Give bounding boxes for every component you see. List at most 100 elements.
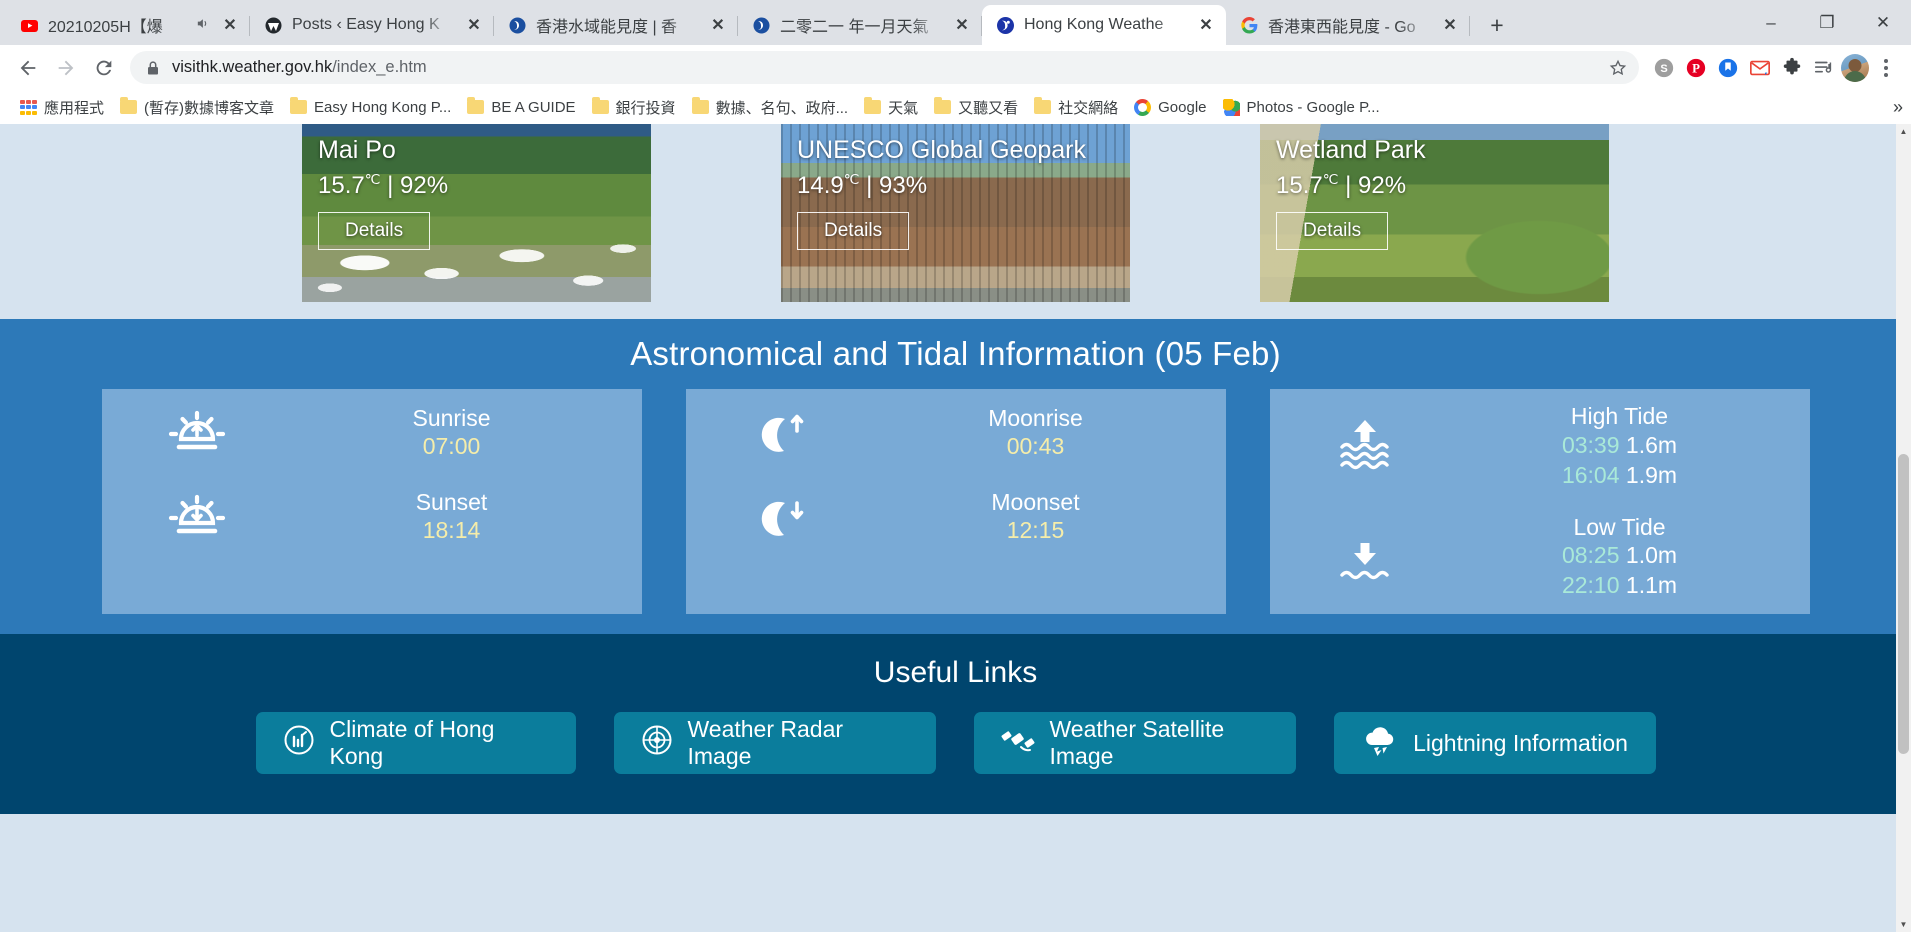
scroll-down-arrow[interactable]: ▼ — [1896, 917, 1911, 932]
url-path: /index_e.htm — [332, 58, 427, 76]
astronomical-tidal-section: Astronomical and Tidal Information (05 F… — [0, 319, 1911, 635]
moon-panel: Moonrise 00:43 Moonset 12:15 — [685, 389, 1226, 615]
gmail-extension-icon[interactable] — [1745, 53, 1775, 83]
bookmarks-overflow-button[interactable]: » — [1893, 90, 1903, 124]
browser-tab-6[interactable]: 香港東西能見度 - Go ✕ — [1226, 5, 1470, 45]
page-scrollbar[interactable]: ▲ ▼ — [1896, 124, 1911, 932]
details-button[interactable]: Details — [1276, 211, 1389, 250]
browser-tab-5-active[interactable]: Hong Kong Weathe ✕ — [982, 5, 1226, 45]
browser-tab-1[interactable]: 20210205H【爆 ✕ — [6, 5, 250, 45]
bookmark-label: 數據、名句、政府... — [715, 99, 849, 117]
tab-close-button[interactable]: ✕ — [708, 15, 728, 35]
bookmark-folder-8[interactable]: 社交網絡 — [1026, 93, 1126, 122]
bookmark-apps[interactable]: 應用程式 — [12, 93, 112, 122]
bookmark-google[interactable]: Google — [1126, 95, 1214, 120]
folder-icon — [290, 97, 308, 114]
pinterest-extension-icon[interactable]: P — [1681, 53, 1711, 83]
tab-close-button[interactable]: ✕ — [220, 15, 240, 35]
destination-name: UNESCO Global Geopark — [797, 136, 1087, 164]
folder-icon — [864, 97, 882, 114]
separator: | — [387, 171, 394, 199]
bookmark-label: 銀行投資 — [615, 99, 676, 117]
moonrise-label: Moonrise — [988, 404, 1083, 431]
useful-link-climate[interactable]: Climate of Hong Kong — [255, 712, 576, 775]
destination-card-mai-po[interactable]: Mai Po 15.7℃ | 92% Details — [302, 124, 651, 302]
low-tide-icon — [1270, 526, 1460, 588]
new-tab-button[interactable]: + — [1480, 8, 1514, 42]
useful-link-radar[interactable]: Weather Radar Image — [613, 712, 936, 775]
temperature-value: 15.7 — [1276, 171, 1323, 199]
browser-tab-3[interactable]: 香港水域能見度 | 香 ✕ — [494, 5, 738, 45]
extensions-puzzle-icon[interactable] — [1777, 53, 1807, 83]
bookmark-google-photos[interactable]: Photos - Google P... — [1215, 95, 1388, 120]
window-controls: – ❐ ✕ — [1743, 0, 1911, 45]
pocket-extension-icon[interactable] — [1713, 53, 1743, 83]
tab-close-button[interactable]: ✕ — [464, 15, 484, 35]
bookmark-folder-1[interactable]: (暫存)數據博客文章 — [112, 93, 282, 122]
browser-tab-2[interactable]: Posts ‹ Easy Hong K ✕ — [250, 5, 494, 45]
tab-title: 二零二一 年一月天氣 — [780, 19, 929, 36]
tab-title: 20210205H【爆 — [48, 19, 163, 36]
destination-cards: Mai Po 15.7℃ | 92% Details UNESCO Global… — [0, 124, 1911, 319]
low-tide-entry-1: 08:25 1.0m — [1460, 541, 1780, 571]
back-button[interactable] — [10, 50, 46, 86]
tab-close-button[interactable]: ✕ — [1440, 15, 1460, 35]
profile-avatar[interactable] — [1841, 53, 1869, 82]
tide-height: 1.0m — [1625, 542, 1678, 569]
minimize-button[interactable]: – — [1743, 0, 1799, 45]
maximize-button[interactable]: ❐ — [1799, 0, 1855, 45]
useful-link-lightning[interactable]: Lightning Information — [1333, 712, 1656, 775]
bookmark-folder-2[interactable]: Easy Hong Kong P... — [282, 95, 459, 120]
useful-link-satellite[interactable]: Weather Satellite Image — [973, 712, 1296, 775]
chrome-menu-icon[interactable] — [1871, 53, 1901, 83]
details-button[interactable]: Details — [797, 211, 910, 250]
youtube-icon — [20, 16, 39, 35]
low-tide-row: Low Tide 08:25 1.0m 22:10 1.1m — [1270, 513, 1810, 602]
climate-globe-icon — [282, 723, 316, 763]
media-playlist-icon[interactable] — [1809, 53, 1839, 83]
useful-links-section: Useful Links Climate of Hong Kong Weathe… — [0, 634, 1911, 815]
browser-tab-4[interactable]: 二零二一 年一月天氣 ✕ — [738, 5, 982, 45]
moonrise-row: Moonrise 00:43 — [686, 402, 1226, 464]
destination-card-unesco-geopark[interactable]: UNESCO Global Geopark 14.9℃ | 93% Detail… — [781, 124, 1130, 302]
tab-close-button[interactable]: ✕ — [952, 15, 972, 35]
high-tide-entry-2: 16:04 1.9m — [1460, 461, 1780, 491]
scroll-up-arrow[interactable]: ▲ — [1896, 124, 1911, 139]
reload-button[interactable] — [86, 50, 122, 86]
bookmark-star-icon[interactable] — [1607, 58, 1629, 78]
humidity-value: 93% — [879, 171, 928, 199]
temperature-unit: ℃ — [364, 170, 381, 187]
close-window-button[interactable]: ✕ — [1855, 0, 1911, 45]
tide-time: 08:25 — [1561, 542, 1620, 569]
moonset-label: Moonset — [991, 488, 1080, 515]
tab-title: 香港水域能見度 | 香 — [536, 19, 678, 36]
google-icon — [1240, 16, 1259, 35]
useful-link-label: Weather Satellite Image — [1049, 716, 1225, 770]
bookmark-folder-6[interactable]: 天氣 — [856, 93, 926, 122]
bookmark-folder-4[interactable]: 銀行投資 — [584, 93, 684, 122]
tide-height: 1.1m — [1625, 572, 1678, 599]
low-tide-label: Low Tide — [1573, 513, 1666, 540]
moonset-icon — [686, 486, 876, 548]
tab-title: Hong Kong Weathe — [1024, 16, 1164, 33]
bookmark-folder-3[interactable]: BE A GUIDE — [459, 95, 583, 120]
bookmark-label: 應用程式 — [44, 99, 105, 117]
forward-button[interactable] — [48, 50, 84, 86]
folder-icon — [1034, 97, 1052, 114]
google-icon — [1134, 98, 1152, 116]
tide-panel: High Tide 03:39 1.6m 16:04 1.9m Low Tide… — [1269, 389, 1810, 615]
bookmark-folder-5[interactable]: 數據、名句、政府... — [684, 93, 857, 122]
bookmarks-bar: 應用程式 (暫存)數據博客文章 Easy Hong Kong P... BE A… — [0, 90, 1911, 124]
tab-audio-icon[interactable] — [195, 16, 211, 34]
details-button[interactable]: Details — [318, 211, 431, 250]
skype-extension-icon[interactable]: S — [1649, 53, 1679, 83]
bookmark-label: Photos - Google P... — [1246, 98, 1380, 116]
tab-close-button[interactable]: ✕ — [1196, 15, 1216, 35]
destination-card-wetland-park[interactable]: Wetland Park 15.7℃ | 92% Details — [1260, 124, 1609, 302]
bookmark-folder-7[interactable]: 又聽又看 — [926, 93, 1026, 122]
tab-title: Posts ‹ Easy Hong K — [292, 16, 440, 33]
scrollbar-thumb[interactable] — [1898, 454, 1909, 754]
bookmark-label: Google — [1158, 98, 1207, 116]
address-bar[interactable]: visithk.weather.gov.hk/index_e.htm — [130, 51, 1639, 84]
separator: | — [866, 171, 873, 199]
